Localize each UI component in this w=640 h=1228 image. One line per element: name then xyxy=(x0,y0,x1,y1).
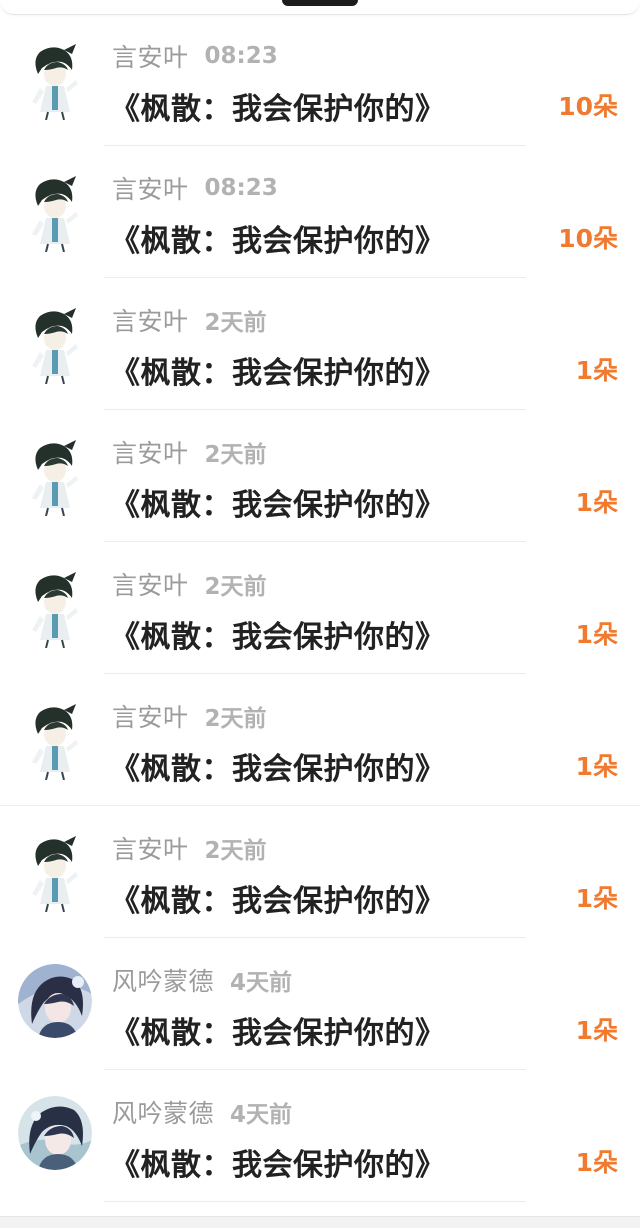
character-avatar-icon[interactable] xyxy=(18,172,92,252)
bottom-edge xyxy=(0,1216,640,1228)
timestamp: 2天前 xyxy=(204,310,267,336)
item-meta: 言安叶 2天前 xyxy=(112,436,267,468)
timestamp: 2天前 xyxy=(204,574,267,600)
list-item[interactable]: 言安叶 2天前 《枫散：我会保护你的》 1朵 xyxy=(0,278,640,410)
gift-amount: 1朵 xyxy=(575,488,618,517)
gift-record-page: 言安叶 08:23 《枫散：我会保护你的》 10朵 言安叶 08:23 《枫散：… xyxy=(0,0,640,1228)
item-meta: 言安叶 2天前 xyxy=(112,832,267,864)
gift-list: 言安叶 08:23 《枫散：我会保护你的》 10朵 言安叶 08:23 《枫散：… xyxy=(0,14,640,1202)
list-item[interactable]: 言安叶 2天前 《枫散：我会保护你的》 1朵 xyxy=(0,806,640,938)
sender-name[interactable]: 风吟蒙德 xyxy=(112,962,214,998)
item-meta: 言安叶 2天前 xyxy=(112,568,267,600)
gift-amount: 1朵 xyxy=(575,752,618,781)
work-title[interactable]: 《枫散：我会保护你的》 xyxy=(110,1008,446,1052)
sender-name[interactable]: 言安叶 xyxy=(112,38,189,74)
sender-name[interactable]: 言安叶 xyxy=(112,566,189,602)
list-item[interactable]: 言安叶 2天前 《枫散：我会保护你的》 1朵 xyxy=(0,542,640,674)
sender-name[interactable]: 风吟蒙德 xyxy=(112,1094,214,1130)
round-avatar-icon[interactable] xyxy=(18,964,92,1038)
timestamp: 2天前 xyxy=(204,442,267,468)
item-meta: 风吟蒙德 4天前 xyxy=(112,1096,292,1128)
work-title[interactable]: 《枫散：我会保护你的》 xyxy=(110,612,446,656)
work-title[interactable]: 《枫散：我会保护你的》 xyxy=(110,84,446,128)
list-item[interactable]: 风吟蒙德 4天前 《枫散：我会保护你的》 1朵 xyxy=(0,938,640,1070)
top-card xyxy=(0,0,640,15)
sender-name[interactable]: 言安叶 xyxy=(112,302,189,338)
gift-amount: 10朵 xyxy=(558,224,618,253)
work-title[interactable]: 《枫散：我会保护你的》 xyxy=(110,348,446,392)
list-item[interactable]: 言安叶 2天前 《枫散：我会保护你的》 1朵 xyxy=(0,674,640,806)
sender-name[interactable]: 言安叶 xyxy=(112,434,189,470)
gift-amount: 10朵 xyxy=(558,92,618,121)
sender-name[interactable]: 言安叶 xyxy=(112,698,189,734)
item-meta: 言安叶 2天前 xyxy=(112,304,267,336)
list-item[interactable]: 风吟蒙德 4天前 《枫散：我会保护你的》 1朵 xyxy=(0,1070,640,1202)
gift-amount: 1朵 xyxy=(575,884,618,913)
sender-name[interactable]: 言安叶 xyxy=(112,830,189,866)
work-title[interactable]: 《枫散：我会保护你的》 xyxy=(110,480,446,524)
item-meta: 言安叶 08:23 xyxy=(112,172,278,204)
character-avatar-icon[interactable] xyxy=(18,436,92,516)
gift-amount: 1朵 xyxy=(575,356,618,385)
gift-amount: 1朵 xyxy=(575,1148,618,1177)
timestamp: 08:23 xyxy=(204,43,278,69)
character-avatar-icon[interactable] xyxy=(18,304,92,384)
work-title[interactable]: 《枫散：我会保护你的》 xyxy=(110,216,446,260)
timestamp: 4天前 xyxy=(230,1102,293,1128)
list-item[interactable]: 言安叶 08:23 《枫散：我会保护你的》 10朵 xyxy=(0,146,640,278)
divider xyxy=(104,1201,526,1202)
work-title[interactable]: 《枫散：我会保护你的》 xyxy=(110,1140,446,1184)
item-meta: 风吟蒙德 4天前 xyxy=(112,964,292,996)
timestamp: 2天前 xyxy=(204,838,267,864)
character-avatar-icon[interactable] xyxy=(18,40,92,120)
gift-amount: 1朵 xyxy=(575,1016,618,1045)
timestamp: 4天前 xyxy=(230,970,293,996)
list-item[interactable]: 言安叶 08:23 《枫散：我会保护你的》 10朵 xyxy=(0,14,640,146)
header-edge-fragment xyxy=(282,0,358,6)
work-title[interactable]: 《枫散：我会保护你的》 xyxy=(110,744,446,788)
round-avatar-icon[interactable] xyxy=(18,1096,92,1170)
item-meta: 言安叶 2天前 xyxy=(112,700,267,732)
timestamp: 08:23 xyxy=(204,175,278,201)
timestamp: 2天前 xyxy=(204,706,267,732)
item-meta: 言安叶 08:23 xyxy=(112,40,278,72)
character-avatar-icon[interactable] xyxy=(18,832,92,912)
character-avatar-icon[interactable] xyxy=(18,700,92,780)
character-avatar-icon[interactable] xyxy=(18,568,92,648)
work-title[interactable]: 《枫散：我会保护你的》 xyxy=(110,876,446,920)
gift-amount: 1朵 xyxy=(575,620,618,649)
list-item[interactable]: 言安叶 2天前 《枫散：我会保护你的》 1朵 xyxy=(0,410,640,542)
sender-name[interactable]: 言安叶 xyxy=(112,170,189,206)
